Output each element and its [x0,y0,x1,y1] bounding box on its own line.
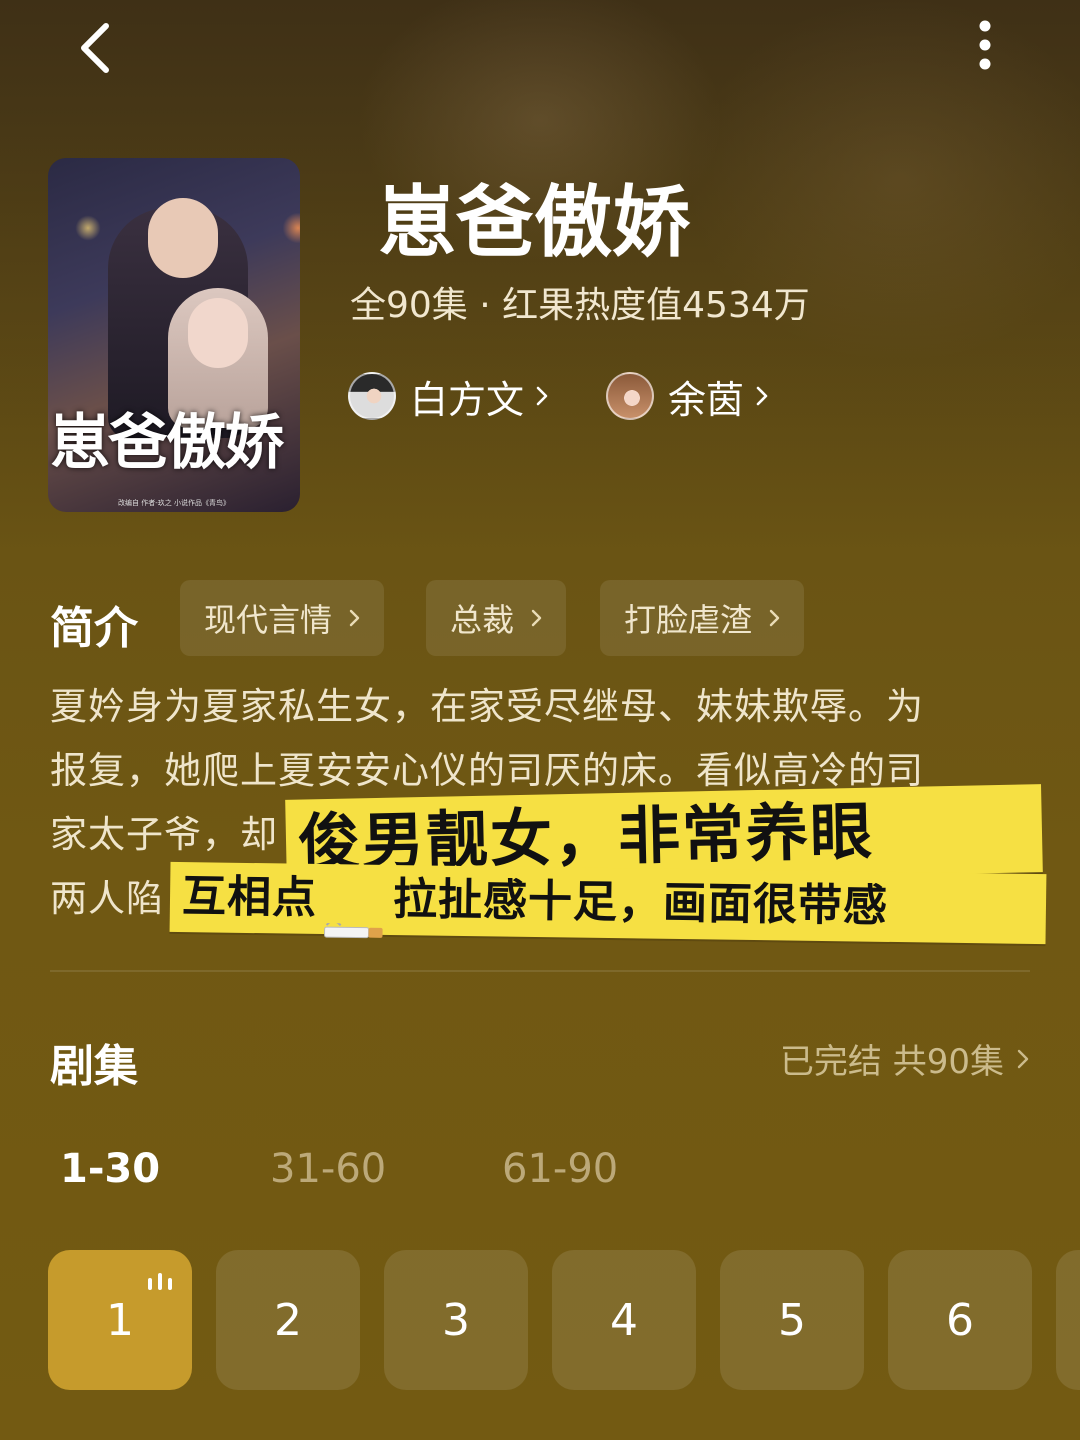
episode-number: 3 [442,1294,470,1346]
back-arrow-icon [81,23,109,73]
sticker-caption-line2: 互相点 拉扯感十足，画面很带感 [169,861,1047,945]
episode-button-6[interactable]: 6 [888,1250,1032,1390]
episodes-title: 剧集 [50,1041,138,1092]
poster-credits: 改编自 作者-玖之 小说作品《青鸟》 [118,499,230,507]
more-options-button[interactable] [960,18,1010,78]
episode-number: 1 [106,1294,134,1346]
cast-name: 余茵 [668,377,745,422]
actress-avatar [606,372,654,420]
episode-button-1[interactable]: 1 [48,1250,192,1390]
synopsis-line: 夏妗身为夏家私生女，在家受尽继母、妹妹欺辱。为 [50,685,924,728]
cast-item-actor[interactable]: 白方文 [348,368,550,424]
cast-item-actress[interactable]: 余茵 [606,368,770,424]
show-meta: 全90集 · 红果热度值4534万 [350,285,810,326]
episode-button-next-partial[interactable] [1056,1250,1080,1390]
tag-ceo[interactable]: 总裁 [426,580,567,656]
chevron-right-icon [1017,1049,1029,1068]
episode-number: 5 [778,1294,806,1346]
episode-button-3[interactable]: 3 [384,1250,528,1390]
chevron-right-icon [536,386,548,406]
chevron-right-icon [769,609,780,627]
top-bar [0,0,1080,100]
episode-number: 6 [946,1294,974,1346]
caption-text: 互相点 [181,871,318,924]
tag-modern-romance[interactable]: 现代言情 [180,580,385,656]
chevron-right-icon [531,609,542,627]
chevron-right-icon [349,609,360,627]
range-tab-61-90[interactable]: 61-90 [502,1146,618,1192]
episode-button-4[interactable]: 4 [552,1250,696,1390]
chevron-right-icon [756,386,768,406]
episode-button-5[interactable]: 5 [720,1250,864,1390]
episode-number: 2 [274,1294,302,1346]
tag-label: 现代言情 [204,601,333,639]
episodes-status-link[interactable]: 已完结 共90集 [780,1034,1030,1083]
show-title: 崽爸傲娇 [378,178,691,268]
cigarette-emoji-icon [323,892,387,939]
range-tab-1-30[interactable]: 1-30 [60,1146,160,1192]
tag-label: 打脸虐渣 [624,601,753,639]
episodes-status: 已完结 共90集 [779,1042,1004,1082]
section-divider [50,970,1030,972]
tag-label: 总裁 [450,601,515,639]
more-vertical-icon [979,20,991,70]
cast-name: 白方文 [410,377,525,422]
poster-title: 崽爸傲娇 [50,408,284,478]
tag-revenge[interactable]: 打脸虐渣 [600,580,805,656]
actor-avatar [348,372,396,420]
episode-button-2[interactable]: 2 [216,1250,360,1390]
episode-number: 4 [610,1294,638,1346]
back-button[interactable] [70,18,130,78]
playing-bars-icon [148,1273,172,1290]
poster-image[interactable]: 崽爸傲娇 改编自 作者-玖之 小说作品《青鸟》 [48,158,300,512]
caption-text: 拉扯感十足，画面很带感 [392,874,889,932]
poster-figure [148,198,218,278]
poster-figure [188,298,248,368]
intro-title: 简介 [50,603,138,654]
range-tab-31-60[interactable]: 31-60 [270,1146,386,1192]
